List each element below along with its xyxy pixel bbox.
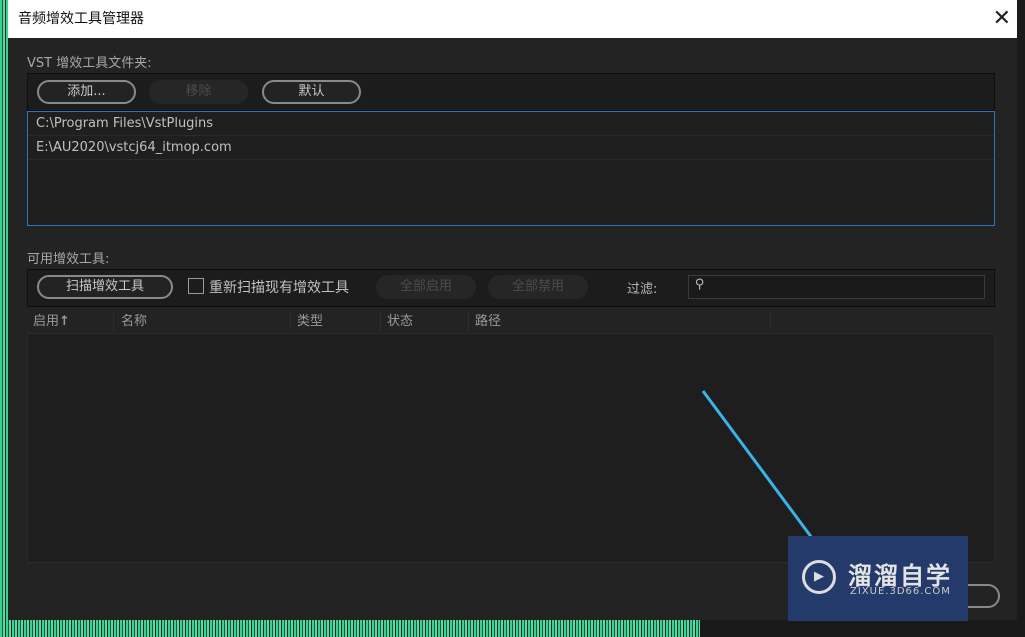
watermark-logo: ▶ 溜溜自学 ZIXUE.3D66.COM: [788, 536, 968, 621]
watermark-url: ZIXUE.3D66.COM: [850, 586, 951, 597]
play-icon: ▶: [802, 560, 836, 594]
